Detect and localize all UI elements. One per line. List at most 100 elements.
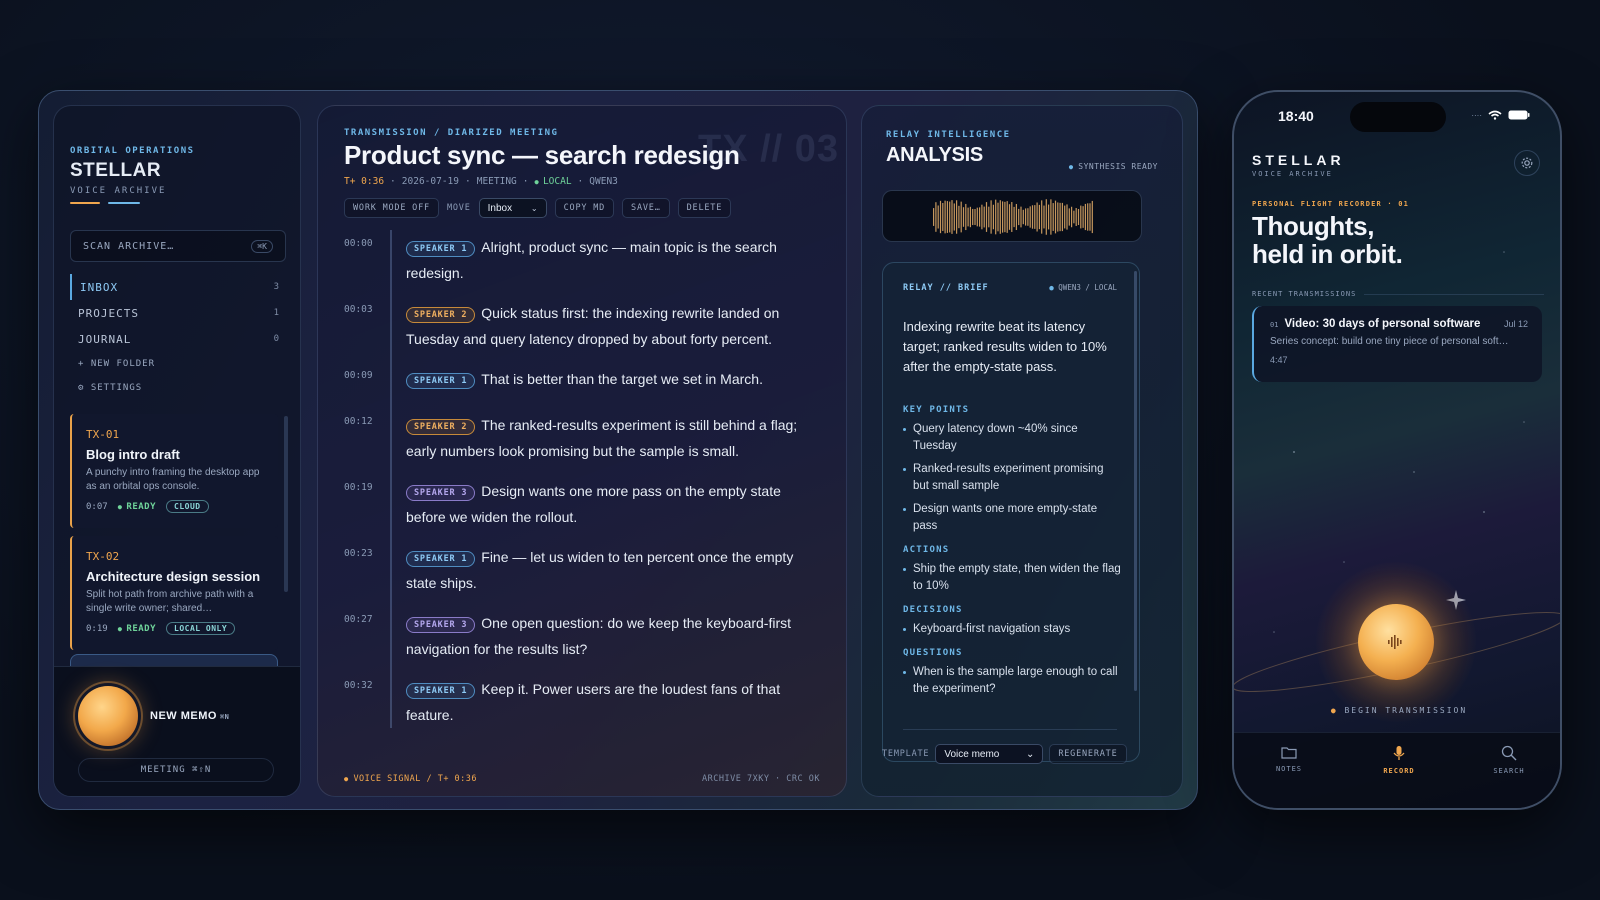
template-select[interactable]: Voice memo ⌄: [935, 744, 1044, 764]
waveform-bar: [1020, 206, 1022, 228]
memo-list: TX-01 Blog intro draft A punchy intro fr…: [70, 414, 278, 658]
save-button[interactable]: SAVE…: [622, 198, 670, 218]
copy-md-button[interactable]: COPY MD: [554, 198, 615, 218]
move-select-value: Inbox: [487, 202, 513, 214]
template-label: TEMPLATE: [882, 749, 930, 759]
archive-checksum: ARCHIVE 7XKY · CRC OK: [702, 774, 820, 784]
segment-body: SPEAKER 2 Quick status first: the indexin…: [390, 296, 824, 362]
meeting-button[interactable]: MEETING ⌘⇧N: [78, 758, 274, 782]
record-orb-button[interactable]: [1358, 604, 1434, 680]
brief-section-heading: QUESTIONS: [903, 648, 963, 658]
archive-search[interactable]: ⌘K: [70, 230, 286, 262]
recent-card[interactable]: 01 Video: 30 days of personal software J…: [1252, 306, 1542, 382]
waveform-bar: [995, 199, 997, 235]
waveform-bar: [1004, 201, 1006, 233]
waveform-bar: [974, 209, 976, 225]
waveform-bar: [944, 200, 946, 234]
new-memo-shortcut: ⌘N: [219, 713, 230, 721]
speaker-badge[interactable]: SPEAKER 1: [406, 551, 476, 567]
record-orb-button[interactable]: [78, 686, 138, 746]
phone-hero: Thoughts, held in orbit.: [1252, 212, 1403, 268]
memo-list-scrollbar[interactable]: [284, 416, 288, 592]
waveform-bar: [935, 202, 937, 232]
record-drawer-handle[interactable]: [70, 654, 278, 666]
memo-meta: 0:07 READY CLOUD: [86, 500, 266, 513]
segment-time: 00:19: [344, 482, 373, 493]
memo-card[interactable]: TX-02 Architecture design session Split …: [70, 536, 278, 650]
waveform-bar: [1025, 208, 1027, 226]
transcript-segment[interactable]: 00:03 SPEAKER 2 Quick status first: the in…: [344, 296, 824, 362]
new-memo-button[interactable]: NEW MEMO ⌘N: [150, 710, 229, 722]
segment-body: SPEAKER 2 The ranked-results experiment i…: [390, 408, 824, 474]
waveform-bar: [1068, 208, 1070, 226]
transcript-segment[interactable]: 00:00 SPEAKER 1 Alright, product sync — ma…: [344, 230, 824, 296]
tab-search[interactable]: SEARCH: [1469, 745, 1549, 808]
settings-button[interactable]: ⚙ SETTINGS: [70, 376, 286, 400]
waveform-bar: [1091, 200, 1093, 234]
memo-title: Blog intro draft: [86, 447, 180, 462]
transcript-segment[interactable]: 00:32 SPEAKER 1 Keep it. Power users are t…: [344, 672, 824, 728]
memo-duration: 0:07: [86, 501, 108, 512]
work-mode-button[interactable]: WORK MODE OFF: [344, 198, 439, 218]
transcript-segment[interactable]: 00:19 SPEAKER 3 Design wants one more pass…: [344, 474, 824, 540]
brief-scrollbar[interactable]: [1134, 271, 1137, 691]
waveform-bar: [1041, 200, 1043, 234]
waveform-bar: [1018, 208, 1020, 226]
nav-item-journal[interactable]: JOURNAL 0: [70, 326, 286, 352]
delete-button[interactable]: DELETE: [677, 198, 732, 218]
analysis-eyebrow: RELAY INTELLIGENCE: [886, 130, 1011, 140]
new-folder-button[interactable]: + NEW FOLDER: [70, 352, 286, 376]
transcript-toolbar: WORK MODE OFF MOVE Inbox ⌄ COPY MD SAVE……: [344, 198, 732, 218]
nav-item-inbox[interactable]: INBOX 3: [70, 274, 286, 300]
waveform-bar: [953, 203, 955, 231]
mic-icon: [1393, 746, 1405, 760]
nav-count: 3: [273, 282, 280, 292]
brief-model: QWEN3 / LOCAL: [1049, 283, 1117, 293]
transcript-segment[interactable]: 00:12 SPEAKER 2 The ranked-results experim…: [344, 408, 824, 474]
chevron-down-icon: ⌄: [1025, 748, 1035, 760]
template-value: Voice memo: [944, 748, 1000, 760]
transcript-segment[interactable]: 00:09 SPEAKER 1 That is better than the ta…: [344, 362, 824, 408]
waveform-bar: [972, 208, 974, 226]
speaker-badge[interactable]: SPEAKER 3: [406, 617, 476, 633]
nav-count: 0: [273, 334, 280, 344]
speaker-badge[interactable]: SPEAKER 1: [406, 373, 476, 389]
transcript-panel: TRANSMISSION / DIARIZED MEETING TX // 03…: [317, 105, 847, 797]
speaker-badge[interactable]: SPEAKER 2: [406, 419, 476, 435]
phone-app: 18:40 ···· STELLAR VOICE ARCHIVE PERSONA…: [1232, 90, 1562, 810]
search-input[interactable]: [83, 240, 233, 252]
brand-accent-lines: [70, 202, 160, 205]
synthesis-status: SYNTHESIS READY: [1069, 162, 1158, 171]
chevron-down-icon: ⌄: [530, 203, 538, 213]
speaker-badge[interactable]: SPEAKER 3: [406, 485, 476, 501]
tab-record[interactable]: RECORD: [1359, 745, 1439, 808]
speaker-badge[interactable]: SPEAKER 1: [406, 683, 476, 699]
card-duration: 4:47: [1270, 355, 1288, 365]
transcript-type: MEETING: [476, 176, 517, 187]
regenerate-button[interactable]: REGENERATE: [1049, 744, 1127, 764]
waveform-bar: [983, 206, 985, 228]
speaker-badge[interactable]: SPEAKER 2: [406, 307, 476, 323]
waveform-bar: [1031, 205, 1034, 229]
transcript-segment[interactable]: 00:27 SPEAKER 3 One open question: do we k…: [344, 606, 824, 672]
segment-text: That is better than the target we set in…: [481, 371, 763, 387]
speaker-badge[interactable]: SPEAKER 1: [406, 241, 476, 257]
gear-icon[interactable]: [1514, 150, 1540, 176]
segment-time: 00:00: [344, 238, 373, 249]
phone-brand-sub: VOICE ARCHIVE: [1252, 170, 1333, 178]
move-select[interactable]: Inbox ⌄: [478, 198, 547, 218]
waveform-bar: [997, 202, 999, 232]
memo-meta: 0:19 READY LOCAL ONLY: [86, 622, 266, 635]
tab-notes[interactable]: NOTES: [1249, 745, 1329, 808]
status-time: 18:40: [1278, 108, 1314, 124]
waveform-bar: [933, 208, 935, 226]
segment-time: 00:32: [344, 680, 373, 691]
nav-item-projects[interactable]: PROJECTS 1: [70, 300, 286, 326]
waveform-bar: [992, 204, 994, 230]
card-index: 01: [1270, 321, 1279, 329]
transcript-segment[interactable]: 00:23 SPEAKER 1 Fine — let us widen to ten…: [344, 540, 824, 606]
elapsed-time: T+ 0:36: [344, 176, 385, 187]
waveform-bar: [1073, 210, 1075, 224]
card-desc: Series concept: build one tiny piece of …: [1270, 336, 1509, 347]
memo-card[interactable]: TX-01 Blog intro draft A punchy intro fr…: [70, 414, 278, 528]
